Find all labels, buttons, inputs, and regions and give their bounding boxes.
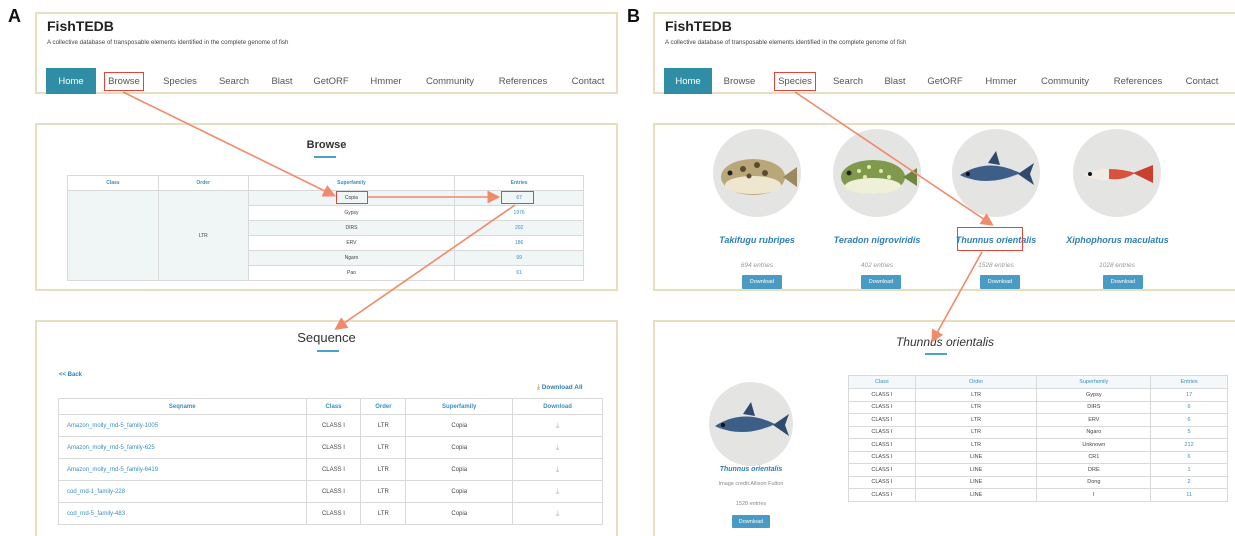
- annotation-arrows: [122, 91, 994, 343]
